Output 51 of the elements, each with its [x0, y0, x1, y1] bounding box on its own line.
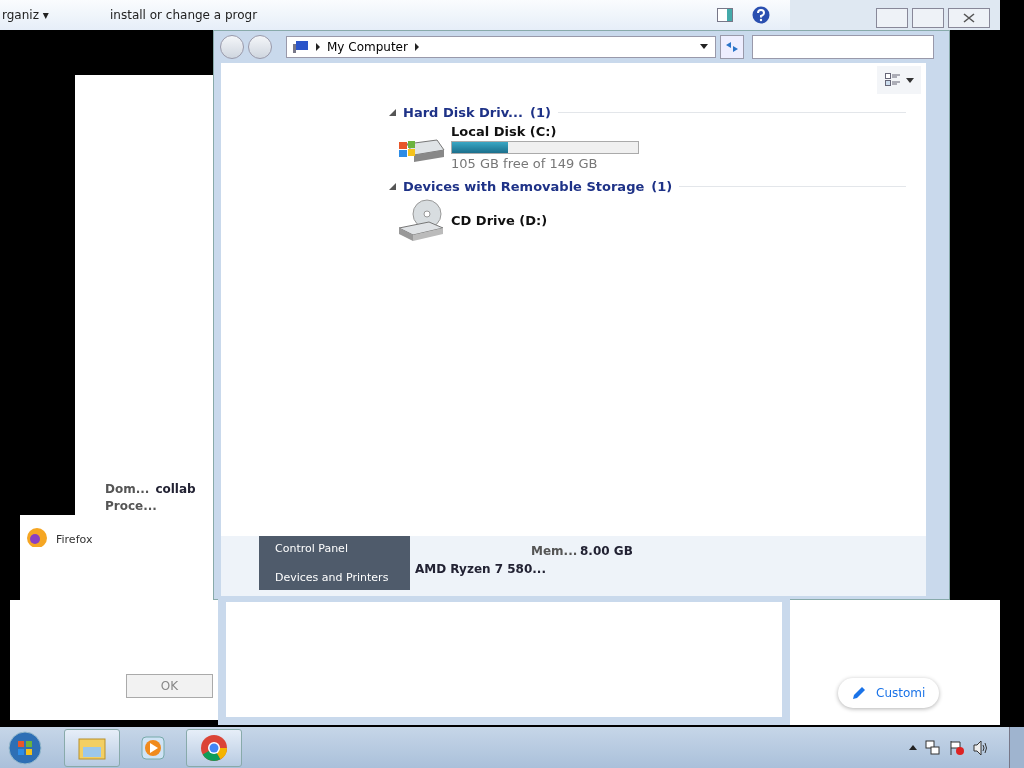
address-bar[interactable]: My Computer — [286, 36, 716, 58]
group-title[interactable]: Devices with Removable Storage — [403, 179, 645, 194]
close-icon — [963, 13, 975, 23]
help-icon[interactable] — [752, 6, 770, 24]
chevron-icon — [413, 43, 420, 51]
refresh-button[interactable] — [720, 35, 744, 59]
start-button[interactable] — [8, 730, 42, 765]
processor-label: Proce... — [105, 499, 157, 513]
memory-value: 8.00 GB — [580, 544, 633, 558]
address-text: My Computer — [327, 40, 408, 54]
drive-item[interactable]: Local Disk (C:) 105 GB free of 149 GB — [389, 120, 647, 175]
program-name[interactable]: Firefox — [56, 525, 93, 546]
expand-arrow-icon[interactable] — [389, 183, 396, 190]
browser-icon — [200, 733, 228, 762]
cd-drive-icon — [397, 198, 445, 242]
chevron-icon — [315, 43, 321, 51]
forward-button[interactable] — [248, 35, 272, 59]
toolbar-command[interactable]: install or change a progr — [110, 8, 258, 22]
organize-menu[interactable]: rganiz ▾ — [2, 8, 49, 22]
details-view-icon — [884, 73, 901, 87]
start-menu-item[interactable]: Devices and Printers — [275, 571, 410, 584]
view-options-button[interactable] — [877, 66, 921, 94]
domain-label: Dom... — [105, 482, 150, 496]
media-player-icon — [140, 734, 166, 761]
browser-icon[interactable] — [24, 525, 50, 547]
flag-icon[interactable] — [949, 739, 965, 756]
taskbar-button[interactable] — [186, 728, 242, 767]
back-button[interactable] — [220, 35, 244, 59]
dropdown-icon[interactable] — [699, 44, 709, 50]
start-menu-item[interactable]: Control Panel — [275, 542, 410, 555]
memory-label: Mem... — [531, 544, 578, 558]
free-space-text: 105 GB free of 149 GB — [451, 156, 599, 171]
group-count: (1) — [651, 179, 673, 194]
customize-button[interactable]: Customi — [838, 678, 940, 708]
caret-icon[interactable] — [909, 745, 917, 750]
drive-name: CD Drive (D:) — [451, 212, 548, 228]
preview-pane-icon[interactable] — [717, 8, 733, 22]
search-field[interactable] — [752, 35, 934, 59]
drive-name: Local Disk (C:) — [451, 124, 558, 139]
close-button[interactable] — [948, 8, 990, 28]
caret-icon — [905, 77, 914, 83]
refresh-icon — [725, 41, 739, 53]
group-title[interactable]: Hard Disk Driv... — [403, 105, 523, 120]
domain-value: collab — [155, 482, 196, 496]
group-count: (1) — [529, 105, 551, 120]
pencil-icon — [852, 686, 866, 700]
drive-item[interactable]: CD Drive (D:) — [389, 194, 647, 246]
network-icon[interactable] — [925, 739, 941, 756]
volume-icon[interactable] — [973, 739, 989, 756]
expand-arrow-icon[interactable] — [389, 109, 396, 116]
processor-value: AMD Ryzen 7 580... — [415, 562, 546, 576]
